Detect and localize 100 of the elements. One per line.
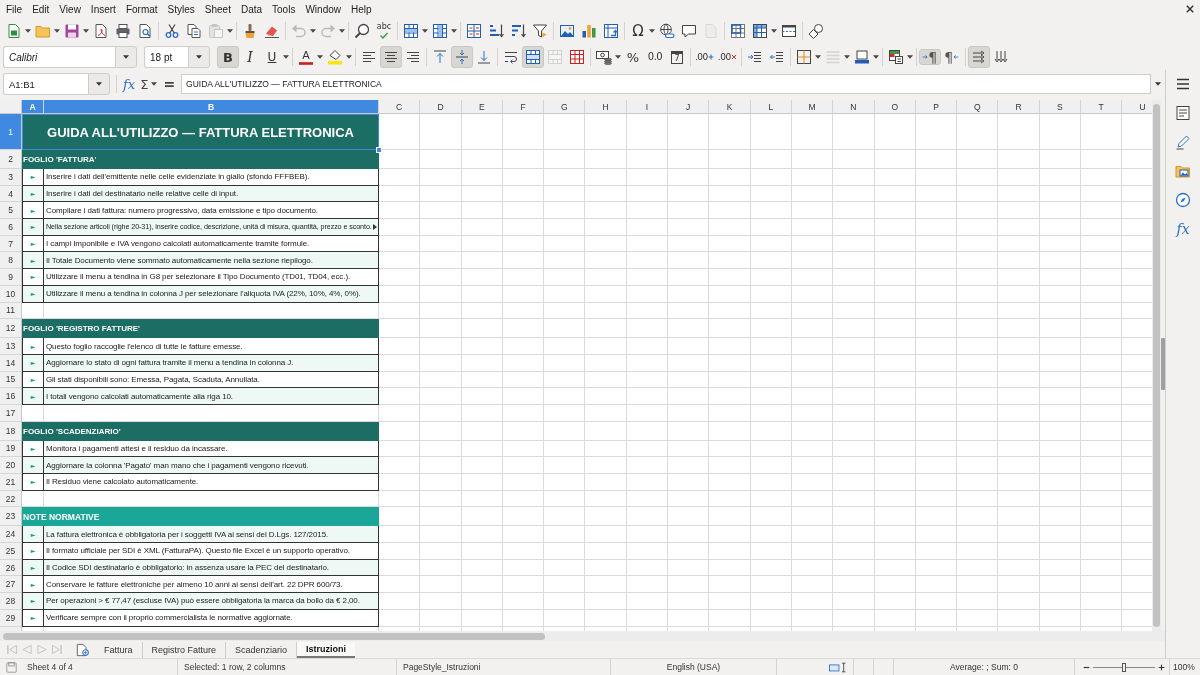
delete-decimal-button[interactable]: .00: [715, 48, 739, 66]
column-header[interactable]: F: [502, 100, 545, 114]
row-header[interactable]: 28: [0, 593, 22, 610]
row-header[interactable]: 3: [0, 169, 22, 186]
left-to-right-button[interactable]: ¶: [918, 48, 941, 66]
sum-button[interactable]: Σ: [138, 74, 151, 94]
functions-button[interactable]: fx: [1171, 217, 1195, 241]
menu-item[interactable]: Insert: [85, 1, 121, 17]
document-plus-icon[interactable]: [76, 642, 89, 657]
column-header[interactable]: G: [544, 100, 586, 114]
spelling-button[interactable]: abc: [373, 20, 395, 42]
merge-and-center-button[interactable]: [522, 46, 544, 68]
column-header[interactable]: U: [1122, 100, 1152, 114]
column-header[interactable]: O: [874, 100, 916, 114]
menu-item[interactable]: File: [1, 1, 28, 17]
right-to-left-button[interactable]: ¶: [940, 48, 963, 66]
row-header[interactable]: 12: [0, 319, 22, 339]
column-header[interactable]: A: [22, 100, 44, 114]
dropdown-button[interactable]: [88, 73, 110, 95]
caret-down-icon[interactable]: [151, 82, 158, 86]
column-header[interactable]: E: [461, 100, 503, 114]
text-left-to-right-button[interactable]: [967, 46, 990, 68]
caret-down-icon[interactable]: [906, 55, 913, 59]
menu-item[interactable]: Styles: [162, 1, 200, 17]
caret-down-icon[interactable]: [872, 55, 879, 59]
percent-button[interactable]: %: [622, 46, 644, 68]
caret-down-icon[interactable]: [649, 29, 655, 33]
menu-item[interactable]: Window: [300, 1, 346, 17]
zoom-level[interactable]: 100%: [1173, 662, 1195, 672]
caret-down-icon[interactable]: [451, 29, 457, 33]
fill-handle[interactable]: [376, 147, 382, 153]
menu-item[interactable]: Edit: [27, 1, 55, 17]
caret-down-icon[interactable]: [339, 29, 345, 33]
row-header[interactable]: 20: [0, 457, 22, 474]
row-header[interactable]: 13: [0, 338, 22, 355]
sheet-tab[interactable]: Registro Fatture: [142, 641, 227, 658]
italic-button[interactable]: I: [239, 46, 261, 68]
row-header[interactable]: 21: [0, 474, 22, 491]
sheet-tab[interactable]: Istruzioni: [297, 641, 356, 658]
align-center-button[interactable]: [380, 46, 402, 68]
column-header[interactable]: P: [915, 100, 958, 114]
column-header[interactable]: N: [833, 100, 875, 114]
column-header[interactable]: S: [1039, 100, 1082, 114]
menu-item[interactable]: Sheet: [199, 1, 236, 17]
menu-item[interactable]: Format: [120, 1, 163, 17]
scrollbar-thumb[interactable]: [3, 632, 545, 640]
caret-down-icon[interactable]: [771, 29, 777, 33]
underline-button[interactable]: U: [261, 46, 283, 68]
function-wizard-button[interactable]: fx: [121, 74, 138, 94]
menu-item[interactable]: Data: [235, 1, 268, 17]
caret-down-icon[interactable]: [227, 29, 233, 33]
column-header[interactable]: M: [791, 100, 834, 114]
column-header[interactable]: R: [998, 100, 1040, 114]
column-header[interactable]: D: [420, 100, 462, 114]
column-header[interactable]: Q: [957, 100, 999, 114]
row-header[interactable]: 6: [0, 219, 22, 236]
font-name-field[interactable]: Calibri: [3, 46, 115, 68]
caret-down-icon[interactable]: [843, 55, 850, 59]
column-header[interactable]: L: [750, 100, 792, 114]
column-header[interactable]: T: [1081, 100, 1123, 114]
row-header[interactable]: 27: [0, 576, 22, 594]
caret-down-icon[interactable]: [54, 29, 60, 33]
caret-down-icon[interactable]: [1155, 82, 1161, 86]
caret-down-icon[interactable]: [346, 55, 352, 59]
slider-thumb[interactable]: [1122, 662, 1126, 672]
font-size-field[interactable]: 18 pt: [144, 46, 188, 68]
column-header[interactable]: C: [379, 100, 421, 114]
menu-item[interactable]: Tools: [267, 1, 301, 17]
scrollbar-thumb[interactable]: [1153, 104, 1160, 627]
row-header[interactable]: 24: [0, 526, 22, 544]
row-header[interactable]: 8: [0, 252, 22, 270]
caret-down-icon[interactable]: [283, 55, 289, 59]
dropdown-button[interactable]: [115, 46, 137, 68]
menu-item[interactable]: View: [54, 1, 86, 17]
column-header[interactable]: J: [668, 100, 710, 114]
number-format-button[interactable]: 0.0: [644, 46, 666, 68]
column-header[interactable]: I: [626, 100, 669, 114]
add-decimal-button[interactable]: .00: [693, 48, 716, 66]
caret-down-icon[interactable]: [83, 29, 89, 33]
selection-mode-icon[interactable]: [829, 661, 848, 673]
special-character-button[interactable]: Ω: [627, 20, 649, 42]
sidebar-collapse-handle[interactable]: [1161, 338, 1165, 390]
row-header[interactable]: 9: [0, 269, 22, 286]
caret-down-icon[interactable]: [317, 55, 323, 59]
caret-down-icon[interactable]: [814, 55, 821, 59]
row-header[interactable]: 16: [0, 388, 22, 405]
bold-button[interactable]: B: [217, 46, 239, 68]
plus-icon[interactable]: [1158, 663, 1165, 671]
font-color-button[interactable]: A: [295, 46, 317, 68]
column-header[interactable]: K: [709, 100, 751, 114]
column-header[interactable]: H: [585, 100, 627, 114]
formula-input[interactable]: GUIDA ALL'UTILIZZO — FATTURA ELETTRONICA: [181, 74, 1151, 94]
row-header[interactable]: 1: [0, 114, 22, 150]
row-header[interactable]: 5: [0, 202, 22, 220]
menu-item[interactable]: Help: [346, 1, 377, 17]
date-format-button[interactable]: 7: [666, 46, 688, 68]
row-header[interactable]: 23: [0, 507, 22, 527]
caret-down-icon[interactable]: [422, 29, 428, 33]
caret-down-icon[interactable]: [615, 55, 621, 59]
name-box-field[interactable]: A1:B1: [3, 73, 88, 95]
